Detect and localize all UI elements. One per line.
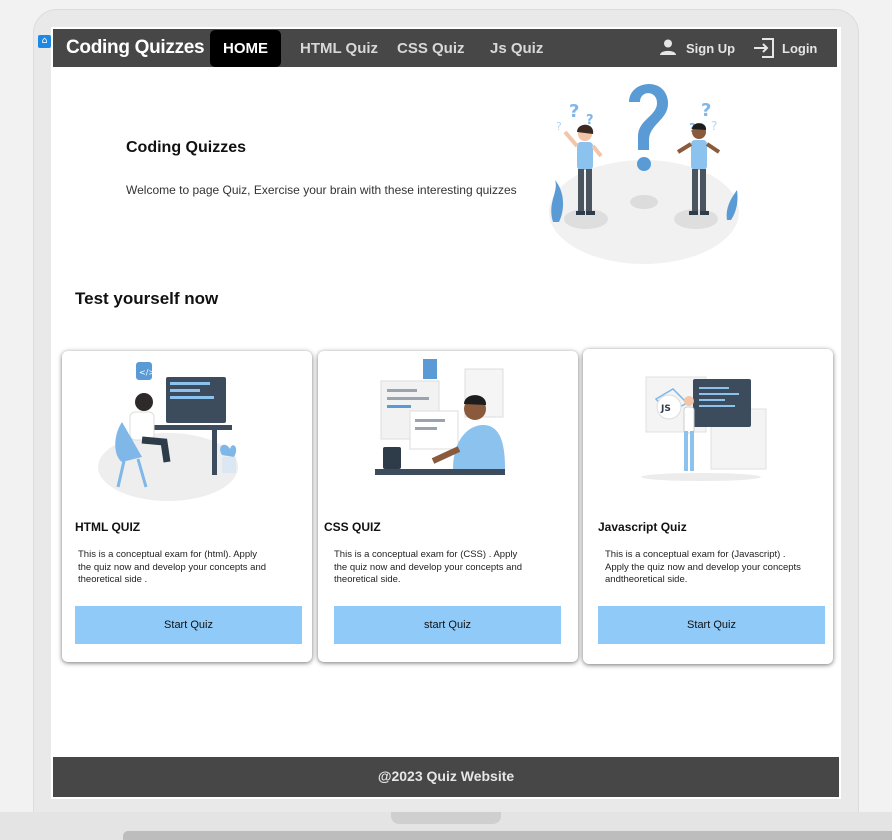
extension-icon[interactable]: ⌂ bbox=[38, 35, 51, 48]
quiz-card-js: JS Javascript Quiz This is a conceptual … bbox=[583, 349, 833, 664]
desc-line: the quiz now and develop your concepts a… bbox=[78, 561, 267, 573]
card-title-js: Javascript Quiz bbox=[598, 520, 687, 534]
card-desc-css: This is a conceptual exam for (CSS) . Ap… bbox=[334, 549, 522, 587]
desc-line: This is a conceptual exam for (CSS) . Ap… bbox=[334, 549, 518, 560]
desc-line: andtheoretical side. bbox=[605, 574, 688, 585]
nav-css-quiz[interactable]: CSS Quiz bbox=[397, 40, 465, 57]
css-quiz-illustration bbox=[375, 359, 505, 475]
start-html-quiz-button[interactable]: Start Quiz bbox=[75, 606, 302, 644]
user-icon bbox=[660, 39, 676, 55]
nav-js-quiz[interactable]: Js Quiz bbox=[490, 40, 543, 57]
people-questions-illustration: ? ? ? ? ? ? bbox=[549, 83, 739, 264]
html-quiz-illustration: </> bbox=[98, 362, 238, 501]
nav-home[interactable]: HOME bbox=[210, 30, 281, 67]
desc-line: Apply the quiz now and develop your conc… bbox=[605, 561, 801, 573]
section-title: Test yourself now bbox=[75, 289, 219, 308]
card-desc-js: This is a conceptual exam for (Javascrip… bbox=[605, 549, 801, 587]
desc-line: theoretical side . bbox=[78, 574, 148, 585]
svg-text:</>: </> bbox=[139, 368, 155, 377]
navbar: Coding Quizzes HOME HTML Quiz CSS Quiz J… bbox=[53, 29, 837, 67]
start-js-quiz-button[interactable]: Start Quiz bbox=[598, 606, 825, 644]
card-title-css: CSS QUIZ bbox=[324, 520, 381, 534]
hero-title: Coding Quizzes bbox=[126, 139, 246, 156]
card-title-html: HTML QUIZ bbox=[75, 520, 141, 534]
login-icon bbox=[754, 38, 774, 58]
svg-text:?: ? bbox=[711, 119, 717, 133]
card-desc-html: This is a conceptual exam for (html). Ap… bbox=[78, 549, 266, 587]
login-link[interactable]: Login bbox=[782, 41, 817, 56]
desc-line: This is a conceptual exam for (html). Ap… bbox=[78, 549, 257, 560]
svg-text:?: ? bbox=[701, 100, 711, 121]
browser-viewport: Coding Quizzes HOME HTML Quiz CSS Quiz J… bbox=[51, 27, 841, 799]
desc-line: theoretical side. bbox=[334, 574, 401, 585]
hero-text: Welcome to page Quiz, Exercise your brai… bbox=[126, 183, 517, 197]
laptop-notch bbox=[391, 812, 501, 824]
signup-link[interactable]: Sign Up bbox=[686, 41, 735, 56]
nav-html-quiz[interactable]: HTML Quiz bbox=[300, 40, 378, 57]
footer: @2023 Quiz Website bbox=[53, 757, 839, 797]
desc-line: the quiz now and develop your concepts a… bbox=[334, 561, 523, 573]
brand-logo[interactable]: Coding Quizzes bbox=[66, 37, 205, 59]
desc-line: This is a conceptual exam for (Javascrip… bbox=[605, 549, 786, 560]
quiz-card-html: </> HTML QUIZ This is a conceptual exam … bbox=[62, 351, 312, 662]
start-css-quiz-button[interactable]: start Quiz bbox=[334, 606, 561, 644]
laptop-base-shadow bbox=[123, 831, 892, 840]
svg-text:?: ? bbox=[556, 120, 562, 133]
quiz-card-css: CSS QUIZ This is a conceptual exam for (… bbox=[318, 351, 578, 662]
js-quiz-illustration: JS bbox=[641, 376, 767, 481]
svg-text:?: ? bbox=[569, 101, 579, 122]
svg-text:JS: JS bbox=[660, 404, 671, 414]
